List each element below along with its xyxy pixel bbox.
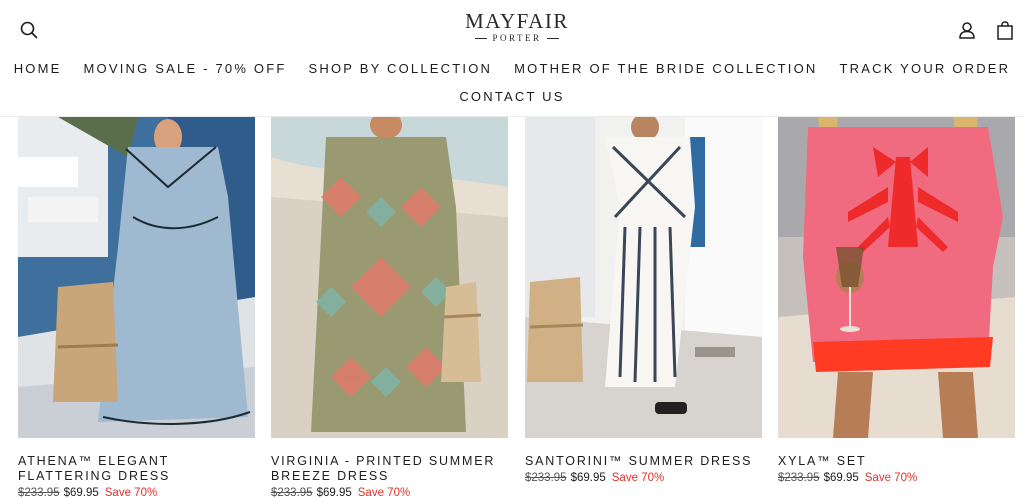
product-image[interactable]: [525, 117, 762, 438]
original-price: $233.95: [271, 487, 313, 498]
main-nav: HOME MOVING SALE - 70% OFF SHOP BY COLLE…: [0, 61, 1024, 77]
product-price: $233.95 $69.95 Save 70%: [271, 487, 410, 498]
brand-name: MAYFAIR: [465, 9, 569, 33]
nav-item-mother-of-bride[interactable]: MOTHER OF THE BRIDE COLLECTION: [503, 61, 828, 77]
save-badge: Save 70%: [104, 487, 158, 498]
account-button[interactable]: [953, 16, 981, 44]
product-title[interactable]: XYLA™ SET: [778, 454, 1015, 469]
user-icon: [959, 22, 975, 39]
product-title[interactable]: ATHENA™ ELEGANT FLATTERING DRESS: [18, 454, 255, 484]
search-icon: [20, 21, 38, 39]
product-price: $233.95 $69.95 Save 70%: [525, 472, 664, 484]
product-card[interactable]: ATHENA™ ELEGANT FLATTERING DRESS $233.95…: [18, 117, 255, 498]
brand-subtitle: PORTER: [452, 33, 582, 43]
product-card[interactable]: SANTORINI™ SUMMER DRESS $233.95 $69.95 Sav…: [525, 117, 762, 498]
nav-item-shop-by-collection[interactable]: SHOP BY COLLECTION: [298, 61, 504, 77]
cart-button[interactable]: [991, 16, 1019, 44]
product-grid: ATHENA™ ELEGANT FLATTERING DRESS $233.95…: [18, 117, 1016, 498]
original-price: $233.95: [525, 472, 567, 484]
product-title[interactable]: SANTORINI™ SUMMER DRESS: [525, 454, 762, 469]
product-card[interactable]: XYLA™ SET $233.95 $69.95 Save 70%: [778, 117, 1015, 498]
nav-item-home[interactable]: HOME: [3, 61, 73, 77]
product-image[interactable]: [271, 117, 508, 438]
sale-price: $69.95: [570, 472, 606, 484]
sale-price: $69.95: [823, 472, 859, 484]
nav-item-moving-sale[interactable]: MOVING SALE - 70% OFF: [73, 61, 298, 77]
logo-rule-left: [474, 37, 487, 39]
save-badge: Save 70%: [611, 472, 665, 484]
nav-item-track-order[interactable]: TRACK YOUR ORDER: [829, 61, 1022, 77]
product-title[interactable]: VIRGINIA - PRINTED SUMMER BREEZE DRESS: [271, 454, 508, 484]
sale-price: $69.95: [316, 487, 352, 498]
brand-logo[interactable]: MAYFAIR PORTER: [452, 10, 582, 43]
original-price: $233.95: [778, 472, 820, 484]
search-button[interactable]: [15, 16, 43, 44]
save-badge: Save 70%: [357, 487, 411, 498]
product-image[interactable]: [778, 117, 1015, 438]
nav-item-contact-us[interactable]: CONTACT US: [448, 89, 575, 105]
save-badge: Save 70%: [864, 472, 918, 484]
logo-rule-right: [547, 37, 560, 39]
original-price: $233.95: [18, 487, 60, 498]
product-price: $233.95 $69.95 Save 70%: [778, 472, 917, 484]
product-card[interactable]: VIRGINIA - PRINTED SUMMER BREEZE DRESS $…: [271, 117, 508, 498]
sale-price: $69.95: [63, 487, 99, 498]
site-header: MAYFAIR PORTER HOME MOVING SALE - 70% OF…: [0, 0, 1024, 117]
brand-sub-text: PORTER: [492, 33, 542, 43]
main-nav-row-2: CONTACT US: [0, 89, 1024, 105]
product-price: $233.95 $69.95 Save 70%: [18, 487, 157, 498]
product-image[interactable]: [18, 117, 255, 438]
shopping-bag-icon: [997, 20, 1013, 40]
